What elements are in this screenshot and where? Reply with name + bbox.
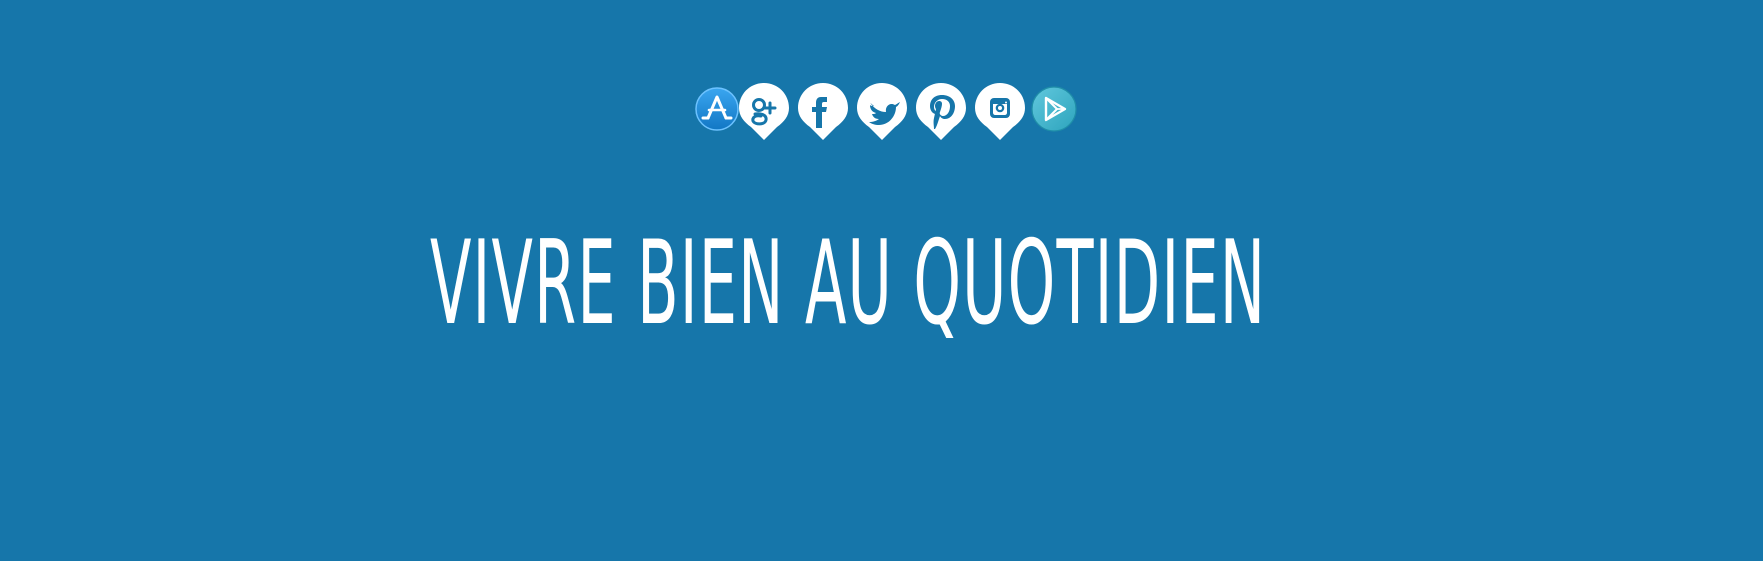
pinterest-icon [916, 83, 966, 140]
twitter-icon [857, 83, 907, 140]
app-store-icon [695, 87, 739, 131]
instagram-icon [975, 83, 1025, 140]
hero-title-wrap: VIVRE BIEN AU QUOTIDIEN [430, 216, 1330, 352]
app-store-link[interactable] [690, 82, 744, 148]
google-play-icon [1031, 86, 1077, 132]
twitter-link[interactable] [855, 82, 909, 148]
page-title: VIVRE BIEN AU QUOTIDIEN [430, 216, 1267, 351]
facebook-icon [798, 83, 848, 140]
google-plus-icon [739, 83, 789, 140]
facebook-link[interactable] [796, 82, 850, 148]
google-plus-link[interactable] [737, 82, 791, 148]
social-links [690, 82, 1080, 150]
google-play-link[interactable] [1027, 82, 1081, 148]
instagram-link[interactable] [973, 82, 1027, 148]
pinterest-link[interactable] [914, 82, 968, 148]
page-background: VIVRE BIEN AU QUOTIDIEN [0, 0, 1763, 561]
